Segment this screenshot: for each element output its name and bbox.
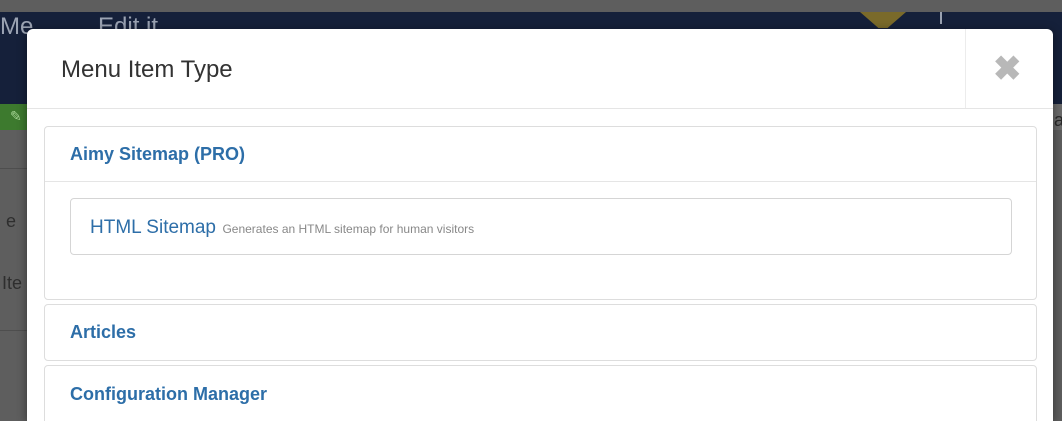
close-icon: ✖	[993, 50, 1022, 88]
menu-type-html-sitemap[interactable]: HTML Sitemap Generates an HTML sitemap f…	[70, 198, 1012, 255]
accordion-group-aimy-sitemap: Aimy Sitemap (PRO) HTML Sitemap Generate…	[44, 126, 1037, 300]
menu-type-description: Generates an HTML sitemap for human visi…	[222, 222, 475, 236]
background-divider	[0, 330, 28, 331]
background-edit-button: ✎	[0, 104, 28, 130]
menu-type-title[interactable]: HTML Sitemap	[90, 217, 216, 238]
background-text: Ite	[2, 273, 23, 293]
accordion-group-articles: Articles	[44, 304, 1037, 361]
accordion-heading-configuration-manager[interactable]: Configuration Manager	[45, 366, 1036, 421]
close-button[interactable]: ✖	[965, 29, 1053, 108]
accordion-group-configuration-manager: Configuration Manager	[44, 365, 1037, 421]
modal-title: Menu Item Type	[61, 56, 233, 83]
modal-header: Menu Item Type ✖	[27, 29, 1053, 109]
background-text: a	[1054, 110, 1062, 130]
background-divider	[0, 168, 28, 169]
accordion-heading-articles[interactable]: Articles	[45, 305, 1036, 360]
background-text: e	[6, 211, 17, 231]
accordion-heading-aimy-sitemap[interactable]: Aimy Sitemap (PRO)	[45, 127, 1036, 182]
background-separator	[940, 12, 942, 24]
menu-item-type-modal: Menu Item Type ✖ Aimy Sitemap (PRO) HTML…	[27, 29, 1053, 421]
edit-icon: ✎	[10, 108, 22, 124]
